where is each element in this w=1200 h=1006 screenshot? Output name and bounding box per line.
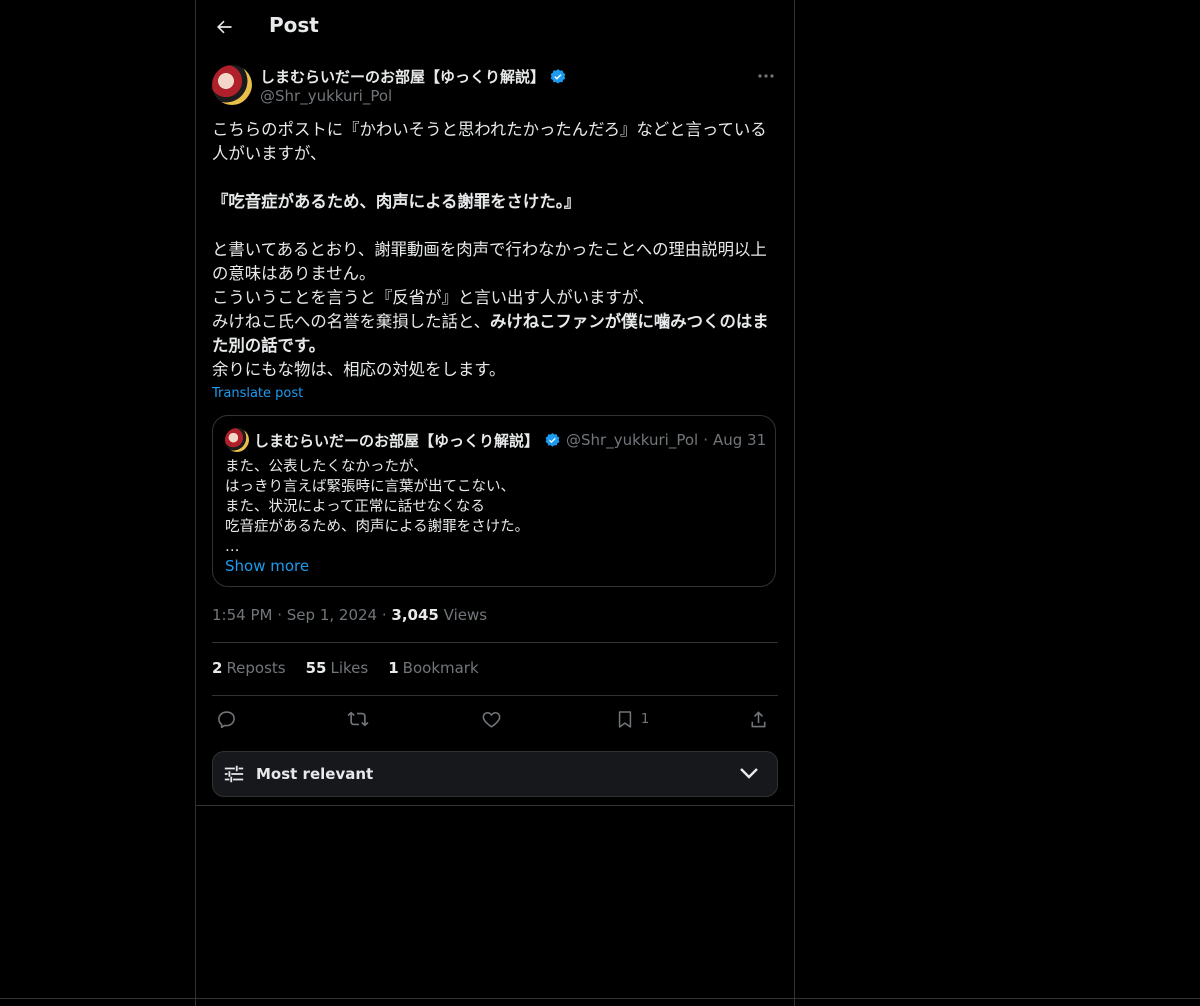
heart-icon xyxy=(482,711,501,728)
verified-badge-icon xyxy=(545,432,560,447)
separator-dot: · xyxy=(381,606,392,624)
repost-icon xyxy=(347,711,369,727)
author-name[interactable]: しまむらいだーのお部屋【ゆっくり解説】 xyxy=(260,66,545,87)
views-count: 3,045 xyxy=(391,606,439,624)
header: Post xyxy=(196,0,794,54)
bookmarks-stat[interactable]: 1 Bookmark xyxy=(388,659,478,677)
author-handle[interactable]: @Shr_yukkuri_Pol xyxy=(260,87,392,105)
divider xyxy=(196,805,794,806)
post-text-line: こちらのポストに『かわいそうと思われたかったんだろ』などと言っている人がいますが… xyxy=(212,120,767,163)
reposts-count: 2 xyxy=(212,659,223,677)
quoted-author-name: しまむらいだーのお部屋【ゆっくり解説】 xyxy=(254,431,540,450)
reposts-stat[interactable]: 2 Reposts xyxy=(212,659,286,677)
repost-button[interactable] xyxy=(347,705,369,733)
divider xyxy=(212,642,778,643)
post-time[interactable]: 1:54 PM xyxy=(212,606,272,624)
main-column: Post しまむらいだーのお部屋【ゆっくり解説】 @Shr_yukkuri_Po… xyxy=(195,0,795,1006)
quoted-post-text: また、公表したくなかったが、 はっきり言えば緊張時に言葉が出てこない、 また、状… xyxy=(225,459,530,555)
bookmark-count: 1 xyxy=(641,711,650,727)
avatar[interactable] xyxy=(212,65,252,105)
action-bar: 1 xyxy=(212,705,778,735)
verified-badge-icon xyxy=(550,68,566,84)
sort-label: Most relevant xyxy=(256,765,374,783)
quoted-post-header: しまむらいだーのお部屋【ゆっくり解説】 @Shr_yukkuri_Pol · A… xyxy=(225,428,766,452)
reply-icon xyxy=(218,710,235,728)
post-author: しまむらいだーのお部屋【ゆっくり解説】 @Shr_yukkuri_Pol xyxy=(212,64,778,108)
like-button[interactable] xyxy=(481,705,502,733)
divider xyxy=(0,998,1200,999)
bookmark-icon xyxy=(618,710,632,728)
more-options-button[interactable] xyxy=(754,66,778,86)
more-horizontal-icon xyxy=(758,74,774,78)
separator-dot: · xyxy=(703,431,708,449)
quoted-post[interactable]: しまむらいだーのお部屋【ゆっくり解説】 @Shr_yukkuri_Pol · A… xyxy=(212,415,776,587)
post-text-bold: 『吃音症があるため、肉声による謝罪をさけた。』 xyxy=(212,192,581,211)
chevron-down-icon xyxy=(740,768,758,779)
bookmarks-count: 1 xyxy=(388,659,399,677)
sliders-icon xyxy=(224,765,244,783)
reply-sort-selector[interactable]: Most relevant xyxy=(212,751,778,797)
quoted-avatar xyxy=(225,428,249,452)
translate-post-link[interactable]: Translate post xyxy=(212,386,303,401)
page-title: Post xyxy=(269,13,319,37)
show-more-link[interactable]: Show more xyxy=(225,557,309,575)
author-name-row[interactable]: しまむらいだーのお部屋【ゆっくり解説】 xyxy=(260,66,567,87)
post-text-line: 余りにもな物は、相応の対処をします。 xyxy=(212,360,506,379)
bookmarks-label: Bookmark xyxy=(402,659,479,677)
share-icon xyxy=(751,710,766,727)
reposts-label: Reposts xyxy=(226,659,286,677)
bookmark-button[interactable]: 1 xyxy=(615,705,649,733)
share-button[interactable] xyxy=(748,705,769,733)
engagement-stats: 2 Reposts 55 Likes 1 Bookmark xyxy=(212,659,479,677)
likes-stat[interactable]: 55 Likes xyxy=(306,659,369,677)
reply-button[interactable] xyxy=(216,705,237,733)
post-date[interactable]: Sep 1, 2024 xyxy=(287,606,377,624)
likes-count: 55 xyxy=(305,659,327,677)
separator-dot: · xyxy=(277,606,287,624)
quoted-author-handle: @Shr_yukkuri_Pol xyxy=(566,431,699,449)
post-timestamp: 1:54 PM · Sep 1, 2024 · 3,045 Views xyxy=(212,606,487,624)
views-label: Views xyxy=(443,606,488,624)
post-text: こちらのポストに『かわいそうと思われたかったんだろ』などと言っている人がいますが… xyxy=(212,118,778,382)
arrow-left-icon xyxy=(217,20,232,34)
likes-label: Likes xyxy=(330,659,369,677)
quoted-date: Aug 31 xyxy=(712,431,767,449)
back-button[interactable] xyxy=(210,13,238,41)
divider xyxy=(212,695,778,696)
